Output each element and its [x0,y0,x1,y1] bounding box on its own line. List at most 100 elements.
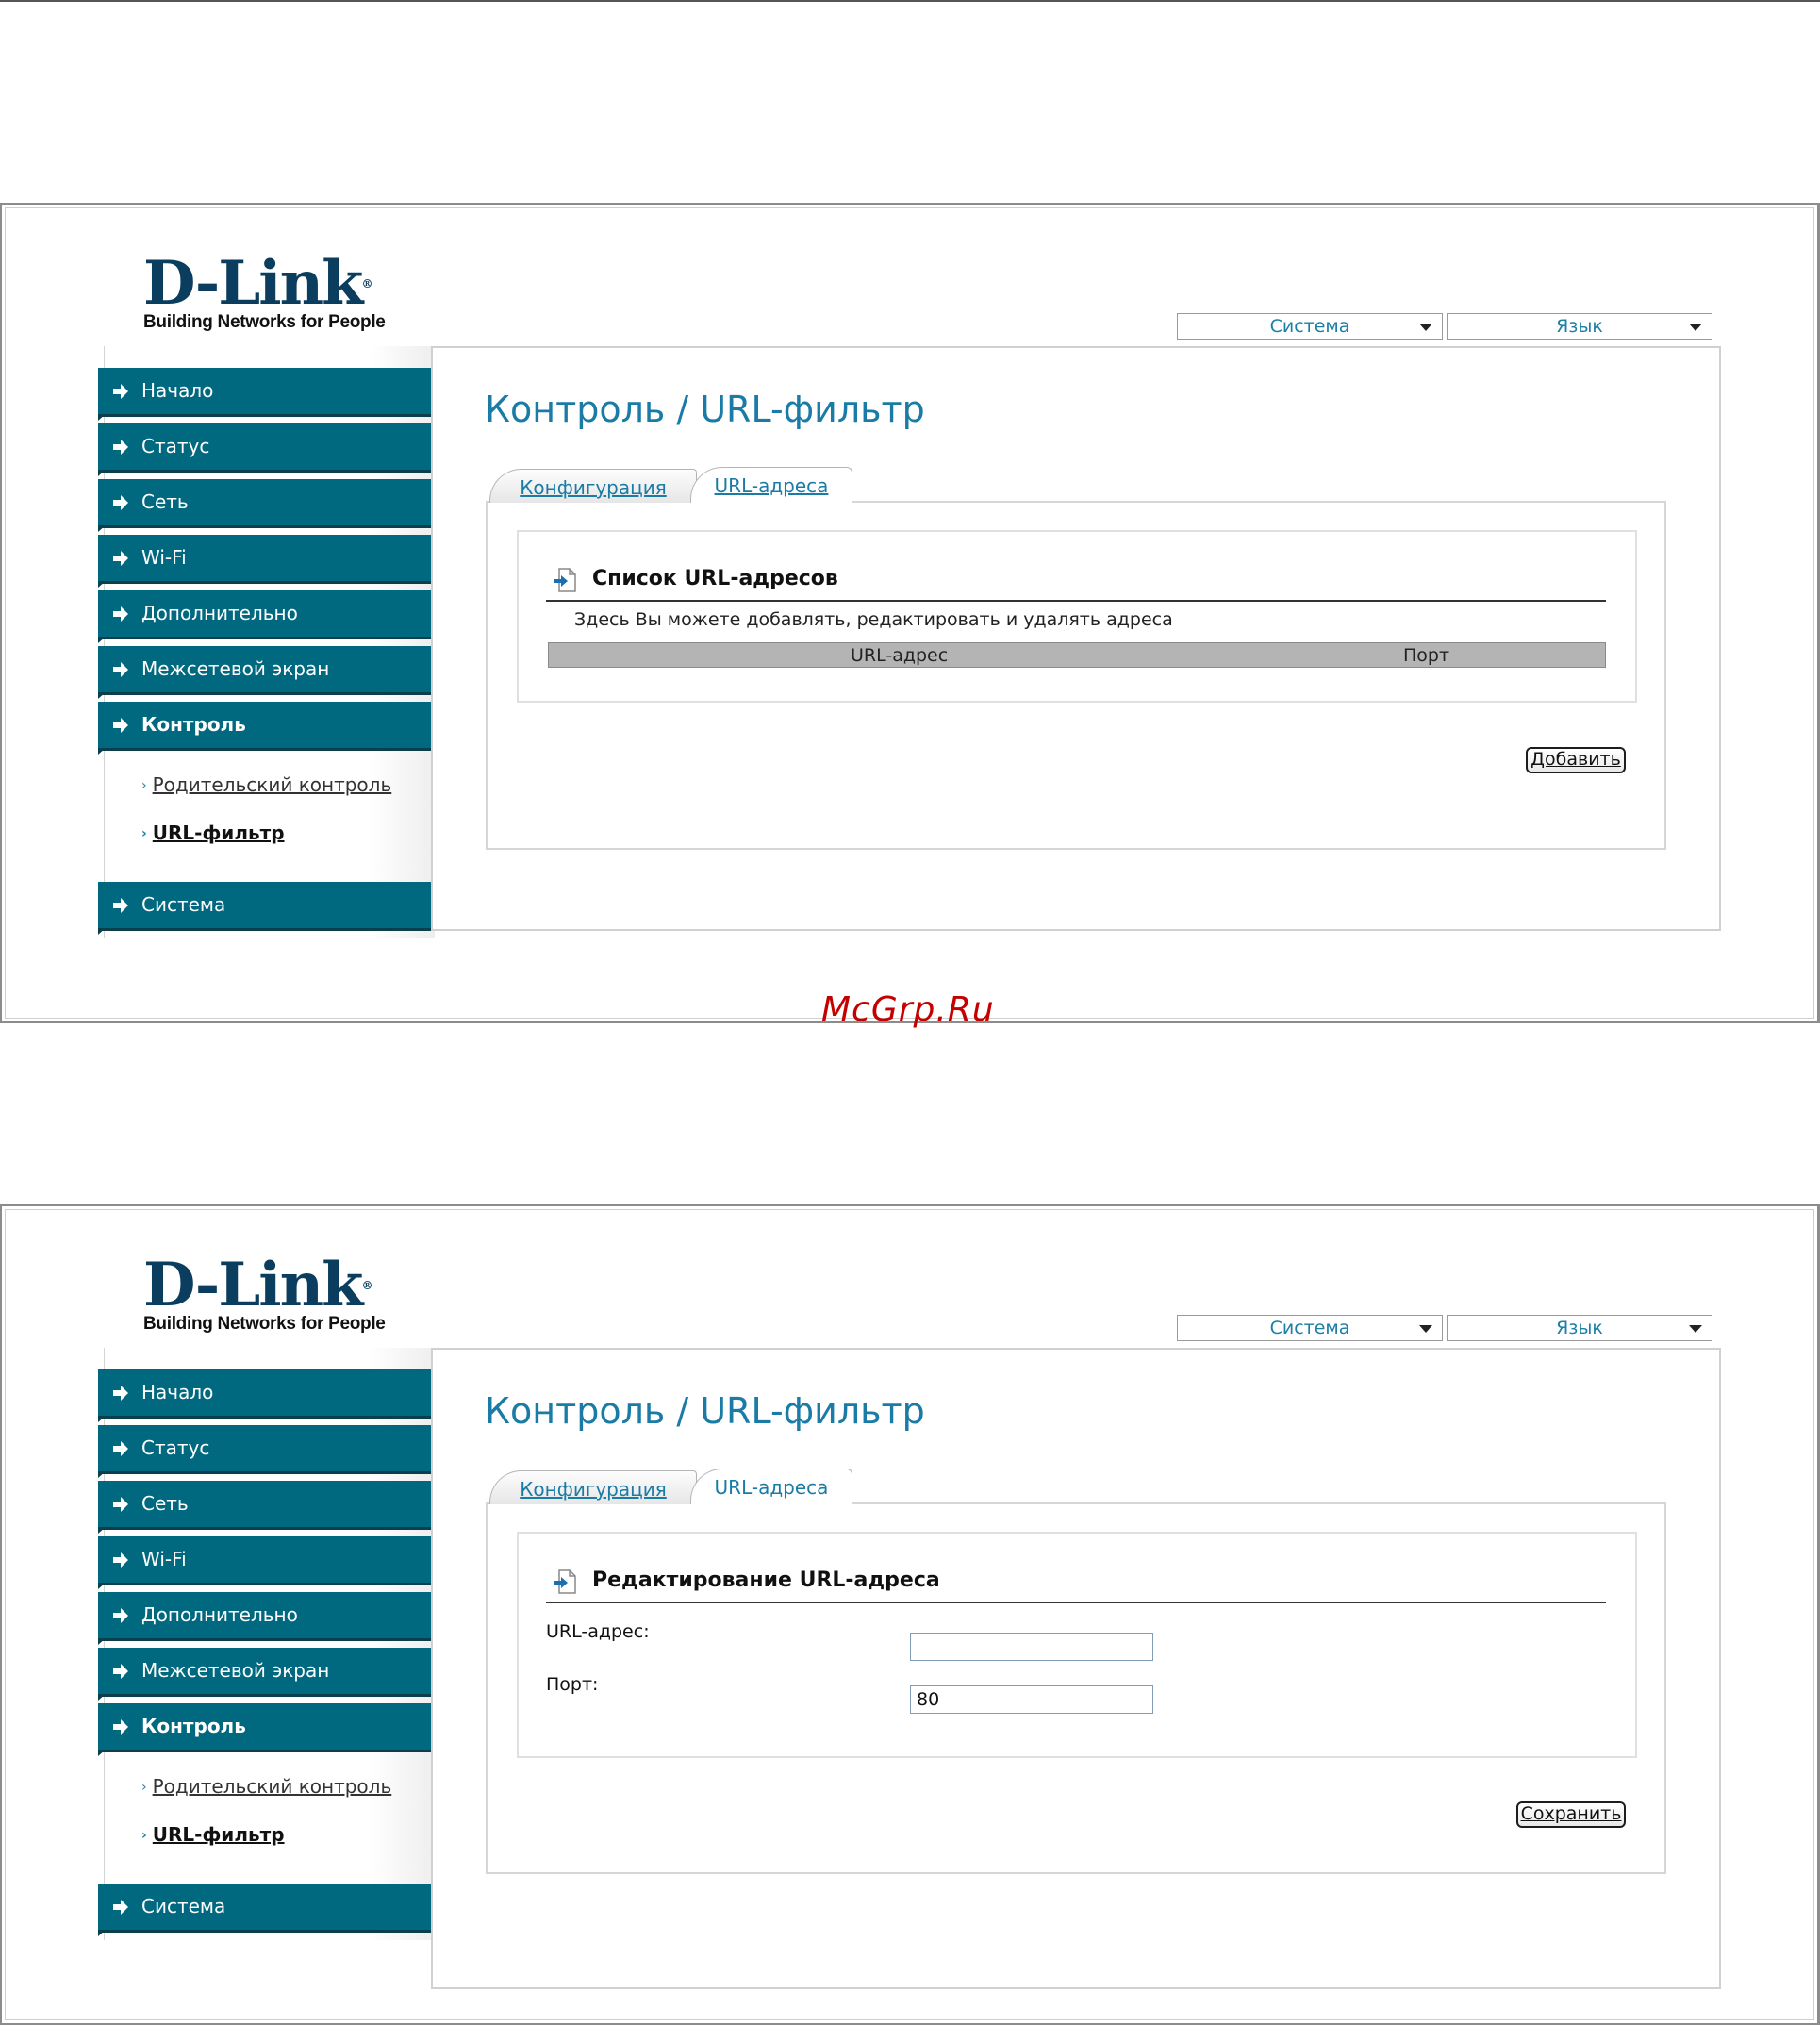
nav-label: Система [141,1895,226,1917]
nav-item-advanced[interactable]: Дополнительно [98,590,431,643]
nav-item-home[interactable]: Начало [98,368,431,421]
nav-label: Статус [141,1436,210,1459]
arrow-right-icon [113,1497,128,1512]
page-title: Контроль / URL-фильтр [485,389,925,430]
document-arrow-icon [554,568,576,592]
url-input[interactable] [910,1633,1153,1661]
arrow-right-icon [113,495,128,510]
subnav-label: URL-фильтр [152,1823,285,1846]
logo-tagline: Building Networks for People [143,312,386,332]
url-field-label: URL-адрес: [546,1621,650,1642]
arrow-right-icon [113,1900,128,1915]
section-title: Список URL-адресов [592,567,838,590]
section-divider [546,600,1606,602]
dlink-logo: D-Link® Building Networks for People [143,254,386,333]
tab-url-addresses[interactable]: URL-адреса [690,467,852,503]
logo-tagline: Building Networks for People [143,1314,386,1334]
nav-label: Wi-Fi [141,546,187,569]
arrow-right-icon [113,1719,128,1735]
nav-label: Дополнительно [141,1603,298,1626]
arrow-right-icon [113,662,128,677]
nav-label: Межсетевой экран [141,1659,330,1682]
column-header-port: Порт [1403,645,1450,666]
subnav-label: Родительский контроль [152,773,392,796]
chevron-right-icon: › [141,826,147,841]
arrow-right-icon [113,718,128,733]
arrow-right-icon [113,440,128,455]
nav-label: Контроль [141,1715,246,1737]
nav-item-firewall[interactable]: Межсетевой экран [98,1648,431,1701]
tab-label: URL-адреса [714,474,829,497]
document-arrow-icon [554,1569,576,1594]
nav-item-home[interactable]: Начало [98,1369,431,1422]
nav-label: Сеть [141,490,189,513]
nav-item-status[interactable]: Статус [98,1425,431,1478]
nav-label: Контроль [141,713,246,736]
subnav-url-filter[interactable]: › URL-фильтр [141,822,285,844]
nav-item-system[interactable]: Система [98,1884,431,1936]
nav-item-control[interactable]: Контроль [98,1703,431,1756]
system-menu-select[interactable]: Система [1177,313,1443,340]
arrow-right-icon [113,1664,128,1679]
nav-item-wifi[interactable]: Wi-Fi [98,1536,431,1589]
add-button[interactable]: Добавить [1526,747,1626,773]
subnav-parental-control[interactable]: › Родительский контроль [141,773,391,796]
nav-label: Система [141,893,226,916]
arrow-right-icon [113,1386,128,1401]
page-top-rule [0,0,1820,2]
language-label: Язык [1556,316,1603,337]
subnav-url-filter[interactable]: › URL-фильтр [141,1823,285,1846]
language-select[interactable]: Язык [1447,313,1712,340]
nav-item-wifi[interactable]: Wi-Fi [98,535,431,588]
language-select[interactable]: Язык [1447,1315,1712,1341]
system-menu-select[interactable]: Система [1177,1315,1443,1341]
port-field-label: Порт: [546,1674,599,1695]
save-button[interactable]: Сохранить [1516,1801,1626,1828]
arrow-right-icon [113,1552,128,1568]
watermark-text: McGrp.Ru [821,990,995,1029]
system-menu-label: Система [1269,316,1350,337]
tab-label: Конфигурация [520,476,667,499]
nav-item-firewall[interactable]: Межсетевой экран [98,646,431,699]
chevron-down-icon [1689,1325,1702,1333]
chevron-right-icon: › [141,1780,147,1795]
table-header: URL-адрес Порт [548,642,1606,668]
system-menu-label: Система [1269,1318,1350,1338]
subnav-label: Родительский контроль [152,1775,392,1798]
nav-label: Начало [141,1381,214,1403]
tab-label: URL-адреса [714,1476,829,1499]
logo-wordmark: D-Link® [143,1250,372,1320]
nav-label: Межсетевой экран [141,657,330,680]
arrow-right-icon [113,1441,128,1456]
arrow-right-icon [113,551,128,566]
nav-item-status[interactable]: Статус [98,423,431,476]
section-title: Редактирование URL-адреса [592,1569,940,1592]
nav-item-network[interactable]: Сеть [98,1481,431,1534]
tab-configuration[interactable]: Конфигурация [489,469,697,503]
nav-item-advanced[interactable]: Дополнительно [98,1592,431,1645]
language-label: Язык [1556,1318,1603,1338]
page-title: Контроль / URL-фильтр [485,1390,925,1432]
tab-configuration[interactable]: Конфигурация [489,1470,697,1504]
nav-item-control[interactable]: Контроль [98,702,431,755]
chevron-down-icon [1419,1325,1432,1333]
section-divider [546,1602,1606,1603]
nav-label: Сеть [141,1492,189,1515]
subnav-parental-control[interactable]: › Родительский контроль [141,1775,391,1798]
screenshot-url-edit: D-Link® Building Networks for People Сис… [0,1204,1820,2025]
nav-label: Начало [141,379,214,402]
tab-url-addresses[interactable]: URL-адреса [690,1469,852,1504]
nav-item-system[interactable]: Система [98,882,431,935]
arrow-right-icon [113,384,128,399]
chevron-down-icon [1419,324,1432,331]
nav-item-network[interactable]: Сеть [98,479,431,532]
subnav-label: URL-фильтр [152,822,285,844]
nav-label: Дополнительно [141,602,298,624]
nav-label: Статус [141,435,210,457]
arrow-right-icon [113,1608,128,1623]
chevron-right-icon: › [141,1828,147,1843]
logo-wordmark: D-Link® [143,248,372,319]
port-input[interactable]: 80 [910,1685,1153,1714]
column-header-url: URL-адрес [851,645,949,666]
section-description: Здесь Вы можете добавлять, редактировать… [574,609,1173,630]
